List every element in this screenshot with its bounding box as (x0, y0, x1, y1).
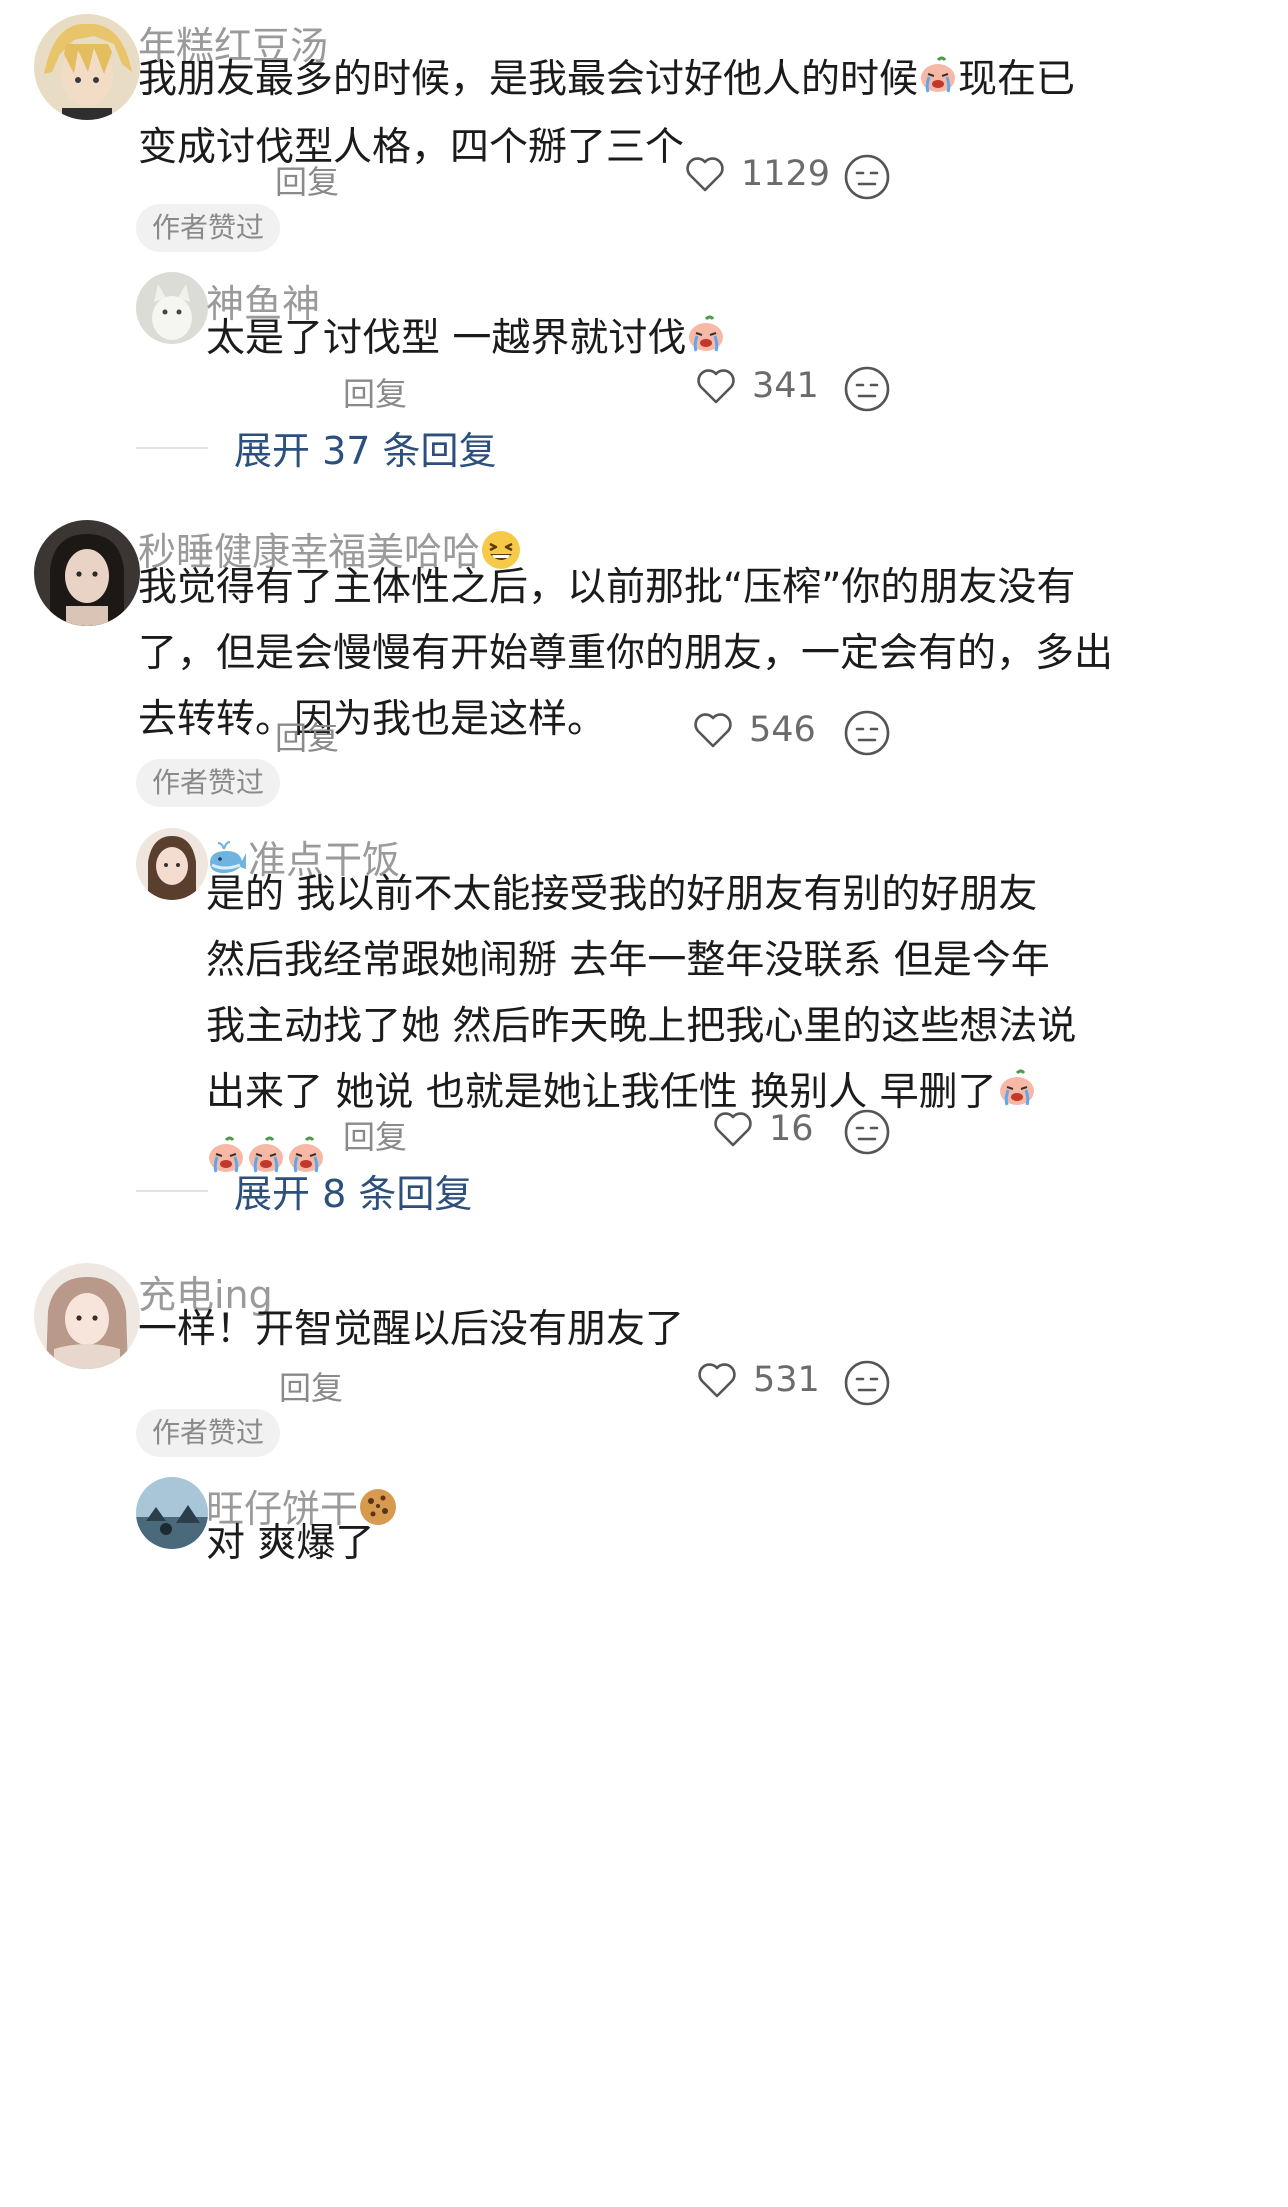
reply-button[interactable]: 回复 (343, 1112, 407, 1158)
crying-face-emoji (997, 1062, 1037, 1128)
reply-text-line: 是的 我以前不太能接受我的好朋友有别的好朋友 (206, 872, 1038, 917)
comment-text: 一样！开智觉醒以后没有朋友了 (138, 1297, 1138, 1363)
heart-outline-icon (694, 713, 732, 748)
neutral-face-icon (844, 366, 890, 412)
comment-text-line: 一样！开智觉醒以后没有朋友了 (138, 1307, 685, 1352)
like-count: 16 (769, 1109, 814, 1149)
avatar[interactable] (34, 14, 140, 120)
reply-button[interactable]: 回复 (279, 1363, 343, 1409)
like-button[interactable]: 341 (696, 366, 819, 406)
comment-text-line: 我觉得有了主体性之后，以前那批“压榨”你的朋友没有 (138, 565, 1076, 610)
like-button[interactable]: 16 (713, 1109, 814, 1149)
author-liked-badge: 作者赞过 (136, 759, 281, 807)
avatar[interactable] (136, 272, 208, 344)
reply-button[interactable]: 回复 (343, 369, 407, 415)
dislike-button[interactable] (842, 1107, 892, 1157)
comment-text-line: 现在已 (958, 57, 1076, 102)
reply-text: 对 爽爆了 (206, 1511, 1106, 1577)
reply-text-line: 太是了讨伐型 一越界就讨伐 (206, 316, 687, 361)
crying-face-emoji (918, 49, 958, 115)
reply-text-line: 对 爽爆了 (206, 1521, 375, 1566)
heart-outline-icon (697, 369, 735, 404)
divider (136, 1189, 208, 1192)
reply-button[interactable]: 回复 (275, 157, 339, 203)
like-count: 531 (753, 1360, 820, 1400)
expand-replies-label: 展开 8 条回复 (234, 1172, 473, 1216)
expand-replies-button[interactable]: 展开 8 条回复 (136, 1163, 472, 1218)
author-liked-badge: 作者赞过 (136, 1409, 281, 1457)
comment-text-line: 我朋友最多的时候，是我最会讨好他人的时候 (138, 57, 919, 102)
heart-outline-icon (714, 1112, 752, 1147)
neutral-face-icon (844, 710, 890, 756)
expand-replies-label: 展开 37 条回复 (234, 429, 497, 473)
neutral-face-icon (844, 1360, 890, 1406)
neutral-face-icon (844, 154, 890, 200)
dislike-button[interactable] (842, 708, 892, 758)
comment-text-line: 了，但是会慢慢有开始尊重你的朋友，一定会有的，多出 (138, 631, 1114, 676)
avatar[interactable] (136, 1477, 208, 1549)
like-button[interactable]: 1129 (685, 154, 830, 194)
avatar[interactable] (136, 828, 208, 900)
avatar[interactable] (34, 520, 140, 626)
like-count: 341 (752, 366, 819, 406)
expand-replies-button[interactable]: 展开 37 条回复 (136, 420, 497, 475)
neutral-face-icon (844, 1109, 890, 1155)
heart-outline-icon (698, 1363, 736, 1398)
like-button[interactable]: 546 (693, 710, 816, 750)
reply-text: 太是了讨伐型 一越界就讨伐 (206, 306, 1106, 374)
avatar[interactable] (34, 1263, 140, 1369)
reply-text-line: 我主动找了她 然后昨天晚上把我心里的这些想法说 (206, 1004, 1077, 1049)
like-count: 1129 (741, 154, 831, 194)
reply-text-line: 然后我经常跟她闹掰 去年一整年没联系 但是今年 (206, 938, 1050, 983)
author-liked-badge: 作者赞过 (136, 204, 281, 252)
like-button[interactable]: 531 (697, 1360, 820, 1400)
like-count: 546 (749, 710, 816, 750)
heart-outline-icon (686, 157, 724, 192)
reply-button[interactable]: 回复 (275, 713, 339, 759)
crying-face-emoji (686, 308, 726, 374)
dislike-button[interactable] (842, 364, 892, 414)
divider (136, 446, 208, 449)
dislike-button[interactable] (842, 1358, 892, 1408)
dislike-button[interactable] (842, 152, 892, 202)
